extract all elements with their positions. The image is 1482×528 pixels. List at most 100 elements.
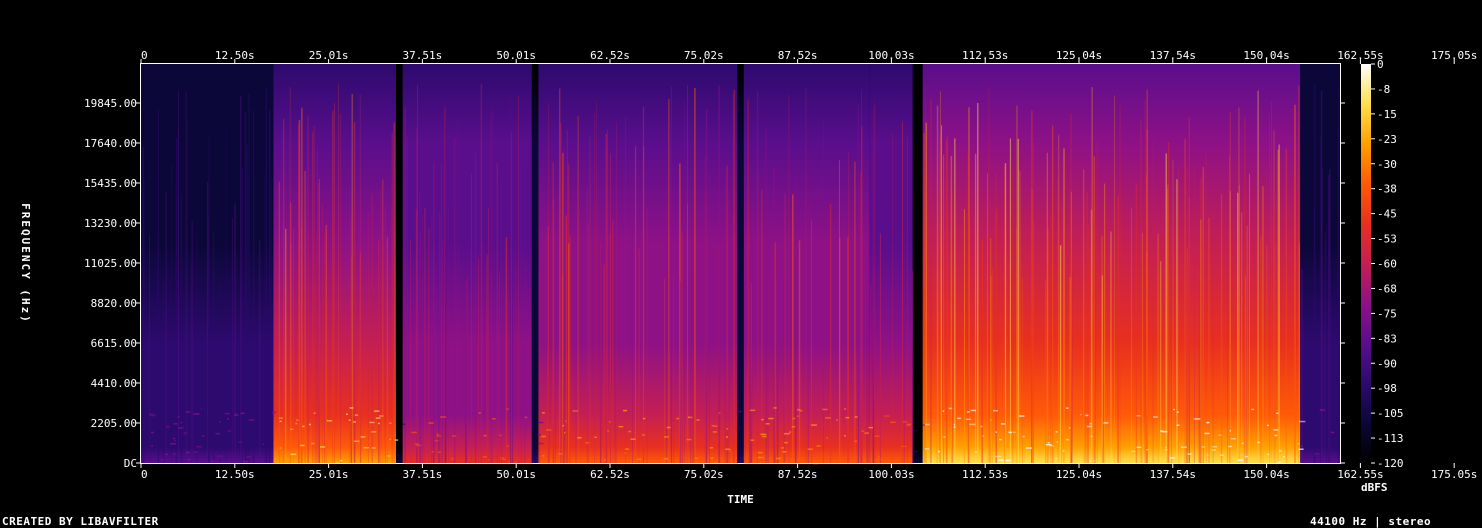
spectrogram-chart: 0 -8 -15 -23 -30 -38 -45 -53 -60 -68 -75 -83 -90 -98 -… <box>19 49 1477 506</box>
colorbar: 0-8-15-23-30-38-45-53-60-68-75-83-90-98-… <box>1361 58 1404 494</box>
spectrogram-harmonic <box>783 432 790 435</box>
spectrogram-harmonic <box>663 458 668 460</box>
colorbar-tick-label: -53 <box>1377 233 1397 246</box>
spectrogram-harmonic <box>750 439 754 441</box>
spectrogram-harmonic <box>434 439 439 442</box>
spectrogram-harmonic <box>162 458 164 461</box>
spectrogram-harmonic <box>974 451 977 453</box>
spectrogram-harmonic <box>240 412 245 415</box>
spectrogram-harmonic <box>943 436 946 438</box>
spectrogram-harmonic <box>900 445 907 448</box>
footer-format: 44100 Hz | stereo <box>1310 515 1432 528</box>
spectrogram-harmonic <box>1006 459 1011 462</box>
spectrogram-harmonic <box>1165 446 1167 449</box>
spectrogram-harmonic <box>1169 457 1176 459</box>
spectrogram-harmonic <box>185 451 190 454</box>
spectrogram-harmonic <box>499 434 502 437</box>
y-tick-label: 8820.00 <box>91 297 137 310</box>
spectrogram-harmonic <box>875 458 881 461</box>
spectrogram-harmonic <box>604 459 606 461</box>
spectrogram-harmonic <box>172 437 176 440</box>
spectrogram-harmonic <box>710 457 714 459</box>
spectrogram-harmonic <box>765 423 770 425</box>
spectrogram-harmonic <box>193 451 198 453</box>
spectrogram-harmonic <box>854 440 858 443</box>
colorbar-tick-label: -30 <box>1377 158 1397 171</box>
spectrogram-harmonic <box>227 418 229 420</box>
colorbar-tick-label: -83 <box>1377 332 1397 345</box>
spectrogram-harmonic <box>878 455 881 458</box>
spectrogram-harmonic <box>326 419 333 422</box>
spectrogram-harmonic <box>1022 435 1025 438</box>
x-tick-label: 150.04s <box>1243 49 1289 62</box>
spectrogram-harmonic <box>196 445 202 448</box>
spectrogram-harmonic <box>906 424 910 426</box>
spectrogram-harmonic <box>1319 409 1326 411</box>
spectrogram-harmonic <box>864 432 869 434</box>
spectrogram-harmonic <box>844 408 847 410</box>
spectrogram-harmonic <box>1314 453 1320 455</box>
spectrogram-harmonic <box>773 407 777 409</box>
spectrogram-harmonic <box>1162 430 1168 433</box>
spectrogram-harmonic <box>1257 441 1261 444</box>
spectrogram-harmonic <box>389 438 392 441</box>
spectrogram-harmonic <box>1218 434 1222 436</box>
spectrogram-harmonic <box>177 415 180 418</box>
spectrogram-harmonic <box>313 412 316 414</box>
spectrogram-harmonic <box>308 423 311 426</box>
spectrogram-harmonic <box>737 410 742 413</box>
spectrogram-harmonic <box>546 429 552 431</box>
x-tick-label: 62.52s <box>590 49 630 62</box>
x-tick-label: 150.04s <box>1243 468 1289 481</box>
spectrogram-harmonic <box>450 458 454 460</box>
spectrogram-segment <box>869 64 913 463</box>
x-tick-label: 175.05s <box>1431 49 1477 62</box>
spectrogram-harmonic <box>506 445 509 448</box>
spectrogram-harmonic <box>789 431 792 433</box>
spectrogram-harmonic <box>948 407 953 410</box>
spectrogram-harmonic <box>622 409 628 412</box>
spectrogram-harmonic <box>1194 418 1201 420</box>
spectrogram-harmonic <box>538 442 544 445</box>
spectrogram-harmonic <box>1299 420 1306 423</box>
spectrogram-harmonic <box>279 417 283 419</box>
spectrogram-harmonic <box>913 429 918 432</box>
spectrogram-segment <box>912 64 923 463</box>
spectrogram-harmonic <box>1008 431 1013 434</box>
x-tick-label: 50.01s <box>496 49 536 62</box>
spectrogram-harmonic <box>414 443 420 445</box>
spectrogram-harmonic <box>666 426 671 429</box>
spectrogram-harmonic <box>624 452 627 454</box>
x-tick-label: 75.02s <box>684 49 724 62</box>
spectrogram-harmonic <box>969 423 976 426</box>
spectrogram-harmonic <box>1153 416 1158 418</box>
spectrogram-harmonic <box>1207 454 1209 456</box>
spectrogram-harmonic <box>165 425 170 428</box>
spectrogram-harmonic <box>193 413 200 415</box>
spectrogram-harmonic <box>890 421 896 424</box>
spectrogram-harmonic <box>1297 442 1300 445</box>
spectrogram-harmonic <box>953 426 956 428</box>
spectrogram-harmonic <box>238 441 242 443</box>
spectrogram-harmonic <box>757 456 764 459</box>
x-tick-label: 175.05s <box>1431 468 1477 481</box>
spectrogram-harmonic <box>187 458 191 461</box>
spectrogram-harmonic <box>725 436 729 438</box>
colorbar-tick-label: -38 <box>1377 183 1397 196</box>
spectrogram-harmonic <box>279 420 282 423</box>
spectrogram-harmonic <box>360 436 366 438</box>
spectrogram-harmonic <box>499 457 505 459</box>
spectrogram-harmonic <box>836 419 838 421</box>
spectrogram-harmonic <box>1090 435 1093 438</box>
spectrogram-harmonic <box>1056 441 1058 443</box>
spectrogram-harmonic <box>1176 411 1179 413</box>
spectrogram-harmonic <box>1131 450 1136 453</box>
spectrogram-harmonic <box>990 419 992 421</box>
spectrogram-harmonic <box>436 435 442 438</box>
spectrogram-harmonic <box>174 439 176 442</box>
spectrogram-harmonic <box>363 446 370 449</box>
spectrogram-segment <box>737 64 744 463</box>
spectrogram-harmonic <box>411 431 417 434</box>
spectrogram-harmonic <box>760 433 767 436</box>
spectrogram-harmonic <box>1055 457 1058 460</box>
